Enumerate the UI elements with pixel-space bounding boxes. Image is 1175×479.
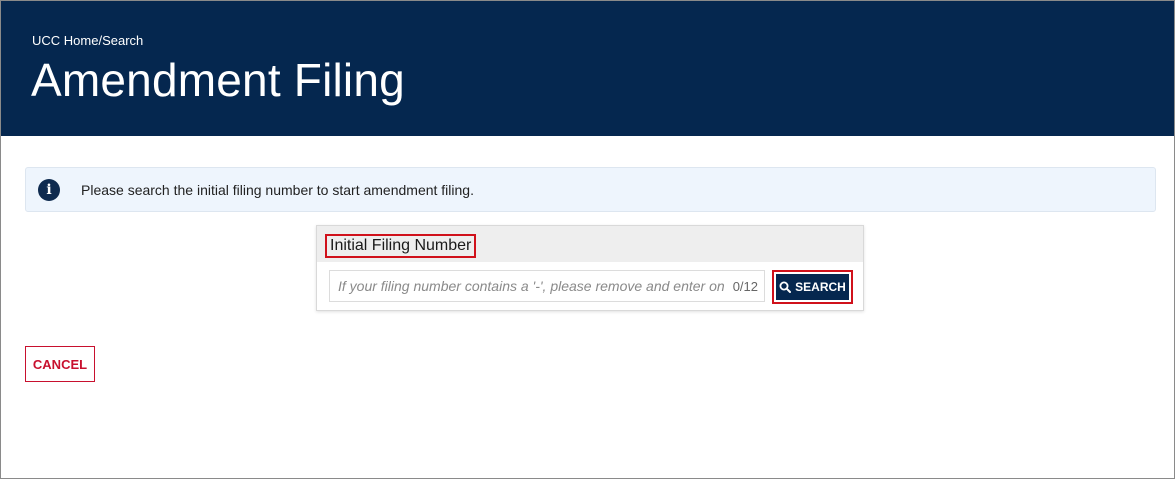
info-message: Please search the initial filing number … — [81, 182, 474, 198]
info-icon: i — [38, 179, 60, 201]
info-banner: i Please search the initial filing numbe… — [25, 167, 1156, 212]
filing-number-input[interactable] — [330, 271, 724, 301]
search-button-label: SEARCH — [795, 280, 846, 294]
cancel-button[interactable]: CANCEL — [25, 346, 95, 382]
search-button-highlight: SEARCH — [772, 270, 853, 304]
page-frame: UCC Home/Search Amendment Filing i Pleas… — [0, 0, 1175, 479]
initial-filing-number-label: Initial Filing Number — [325, 234, 477, 258]
search-icon — [779, 281, 792, 293]
page-title: Amendment Filing — [31, 54, 405, 106]
search-button[interactable]: SEARCH — [776, 274, 849, 300]
search-card: Initial Filing Number 0/12 SEARCH — [316, 225, 864, 311]
card-header: Initial Filing Number — [317, 226, 863, 262]
breadcrumb[interactable]: UCC Home/Search — [32, 33, 143, 48]
search-input-wrapper: 0/12 — [329, 270, 765, 302]
page-header: UCC Home/Search Amendment Filing — [1, 1, 1174, 136]
char-counter: 0/12 — [732, 279, 758, 294]
